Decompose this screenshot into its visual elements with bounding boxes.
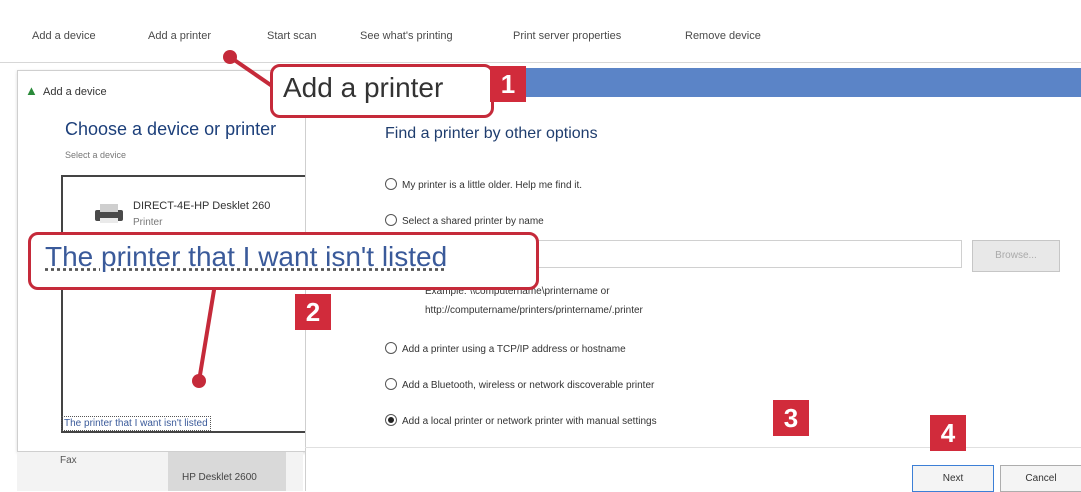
- connector-dot-1: [223, 50, 237, 64]
- step-badge-1: 1: [490, 66, 526, 102]
- callout-not-listed-text: The printer that I want isn't listed: [45, 241, 448, 272]
- step-badge-3: 3: [773, 400, 809, 436]
- connector-dot-2: [192, 374, 206, 388]
- step-badge-2: 2: [295, 294, 331, 330]
- connector-line-1: [228, 55, 277, 90]
- step-badge-4: 4: [930, 415, 966, 451]
- connector-line-2: [197, 283, 217, 382]
- callout-add-printer-text: Add a printer: [283, 72, 444, 103]
